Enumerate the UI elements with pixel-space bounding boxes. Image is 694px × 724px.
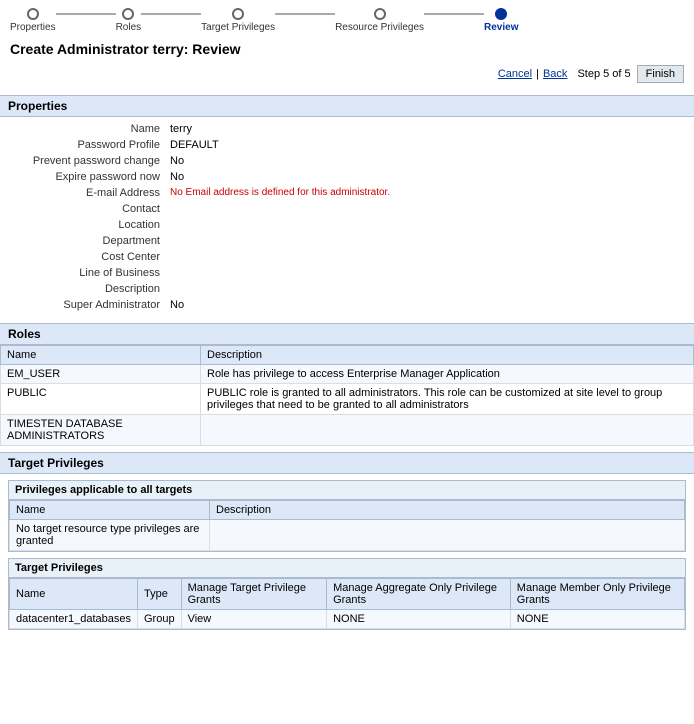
property-label: Name	[10, 123, 170, 135]
table-row: TIMESTEN DATABASE ADMINISTRATORS	[1, 415, 694, 446]
property-row: E-mail AddressNo Email address is define…	[10, 185, 684, 201]
role-name: TIMESTEN DATABASE ADMINISTRATORS	[1, 415, 201, 446]
step-label-roles: Roles	[116, 22, 142, 33]
property-label: Department	[10, 235, 170, 247]
cancel-button[interactable]: Cancel	[494, 68, 536, 80]
target-priv-sub-header: Target Privileges	[9, 559, 685, 578]
role-description: Role has privilege to access Enterprise …	[201, 365, 694, 384]
property-label: Description	[10, 283, 170, 295]
property-row: Expire password nowNo	[10, 169, 684, 185]
property-value: No	[170, 155, 184, 167]
step-line-2	[141, 13, 201, 15]
target-priv-col-header: Type	[137, 579, 181, 610]
all-targets-header: Privileges applicable to all targets	[9, 481, 685, 500]
role-name: EM_USER	[1, 365, 201, 384]
property-row: Nameterry	[10, 121, 684, 137]
all-targets-table: NameDescriptionNo target resource type p…	[9, 500, 685, 551]
roles-col-header: Description	[201, 346, 694, 365]
step-circle-target	[232, 8, 244, 20]
property-value: No	[170, 171, 184, 183]
role-name: PUBLIC	[1, 384, 201, 415]
target-priv-cell: Group	[137, 610, 181, 629]
property-label: Password Profile	[10, 139, 170, 151]
property-label: Super Administrator	[10, 299, 170, 311]
back-button[interactable]: Back	[539, 68, 571, 80]
step-indicator: Step 5 of 5	[571, 68, 636, 80]
all-targets-col-header: Description	[210, 501, 685, 520]
property-value: DEFAULT	[170, 139, 219, 151]
target-privileges-subsection: Target Privileges NameTypeManage Target …	[8, 558, 686, 630]
step-label-resource: Resource Privileges	[335, 22, 424, 33]
step-label-properties: Properties	[10, 22, 56, 33]
property-row: Contact	[10, 201, 684, 217]
property-row: Super AdministratorNo	[10, 297, 684, 313]
step-circle-review	[495, 8, 507, 20]
property-row: Prevent password changeNo	[10, 153, 684, 169]
step-circle-properties	[27, 8, 39, 20]
property-label: Location	[10, 219, 170, 231]
target-priv-cell: NONE	[510, 610, 684, 629]
target-priv-cell: View	[181, 610, 327, 629]
roles-section: Roles NameDescriptionEM_USERRole has pri…	[0, 323, 694, 446]
target-priv-cell: NONE	[327, 610, 511, 629]
property-label: Line of Business	[10, 267, 170, 279]
target-priv-col-header: Manage Member Only Privilege Grants	[510, 579, 684, 610]
step-label-review: Review	[484, 22, 518, 33]
all-targets-name: No target resource type privileges are g…	[10, 520, 210, 551]
table-row: PUBLICPUBLIC role is granted to all admi…	[1, 384, 694, 415]
step-properties[interactable]: Properties	[10, 8, 56, 33]
step-label-target: Target Privileges	[201, 22, 275, 33]
table-row: datacenter1_databasesGroupViewNONENONE	[10, 610, 685, 629]
property-row: Location	[10, 217, 684, 233]
properties-section: Properties NameterryPassword ProfileDEFA…	[0, 95, 694, 317]
finish-button[interactable]: Finish	[637, 65, 684, 83]
property-row: Line of Business	[10, 265, 684, 281]
all-targets-description	[210, 520, 685, 551]
property-row: Description	[10, 281, 684, 297]
target-priv-cell: datacenter1_databases	[10, 610, 138, 629]
step-circle-roles	[122, 8, 134, 20]
property-value: No	[170, 299, 184, 311]
property-value: terry	[170, 123, 192, 135]
step-line-1	[56, 13, 116, 15]
properties-header: Properties	[0, 95, 694, 117]
property-label: Contact	[10, 203, 170, 215]
step-roles[interactable]: Roles	[116, 8, 142, 33]
roles-col-header: Name	[1, 346, 201, 365]
all-targets-subsection: Privileges applicable to all targets Nam…	[8, 480, 686, 552]
target-priv-col-header: Name	[10, 579, 138, 610]
step-line-3	[275, 13, 335, 15]
target-priv-col-header: Manage Aggregate Only Privilege Grants	[327, 579, 511, 610]
property-value: No Email address is defined for this adm…	[170, 187, 390, 199]
property-label: Cost Center	[10, 251, 170, 263]
role-description	[201, 415, 694, 446]
toolbar: Cancel | Back Step 5 of 5 Finish	[0, 63, 694, 89]
step-line-4	[424, 13, 484, 15]
step-resource-privileges[interactable]: Resource Privileges	[335, 8, 424, 33]
all-targets-col-header: Name	[10, 501, 210, 520]
step-review[interactable]: Review	[484, 8, 518, 33]
target-priv-col-header: Manage Target Privilege Grants	[181, 579, 327, 610]
target-privileges-header: Target Privileges	[0, 452, 694, 474]
step-target-privileges[interactable]: Target Privileges	[201, 8, 275, 33]
properties-table: NameterryPassword ProfileDEFAULTPrevent …	[0, 117, 694, 317]
property-label: Expire password now	[10, 171, 170, 183]
target-priv-table: NameTypeManage Target Privilege GrantsMa…	[9, 578, 685, 629]
step-circle-resource	[374, 8, 386, 20]
table-row: EM_USERRole has privilege to access Ente…	[1, 365, 694, 384]
property-row: Department	[10, 233, 684, 249]
property-row: Cost Center	[10, 249, 684, 265]
role-description: PUBLIC role is granted to all administra…	[201, 384, 694, 415]
target-privileges-section: Target Privileges Privileges applicable …	[0, 452, 694, 630]
wizard-steps: Properties Roles Target Privileges Resou…	[0, 0, 694, 37]
property-label: E-mail Address	[10, 187, 170, 199]
page-title: Create Administrator terry: Review	[0, 37, 694, 63]
property-row: Password ProfileDEFAULT	[10, 137, 684, 153]
property-label: Prevent password change	[10, 155, 170, 167]
table-row: No target resource type privileges are g…	[10, 520, 685, 551]
roles-table: NameDescriptionEM_USERRole has privilege…	[0, 345, 694, 446]
roles-header: Roles	[0, 323, 694, 345]
